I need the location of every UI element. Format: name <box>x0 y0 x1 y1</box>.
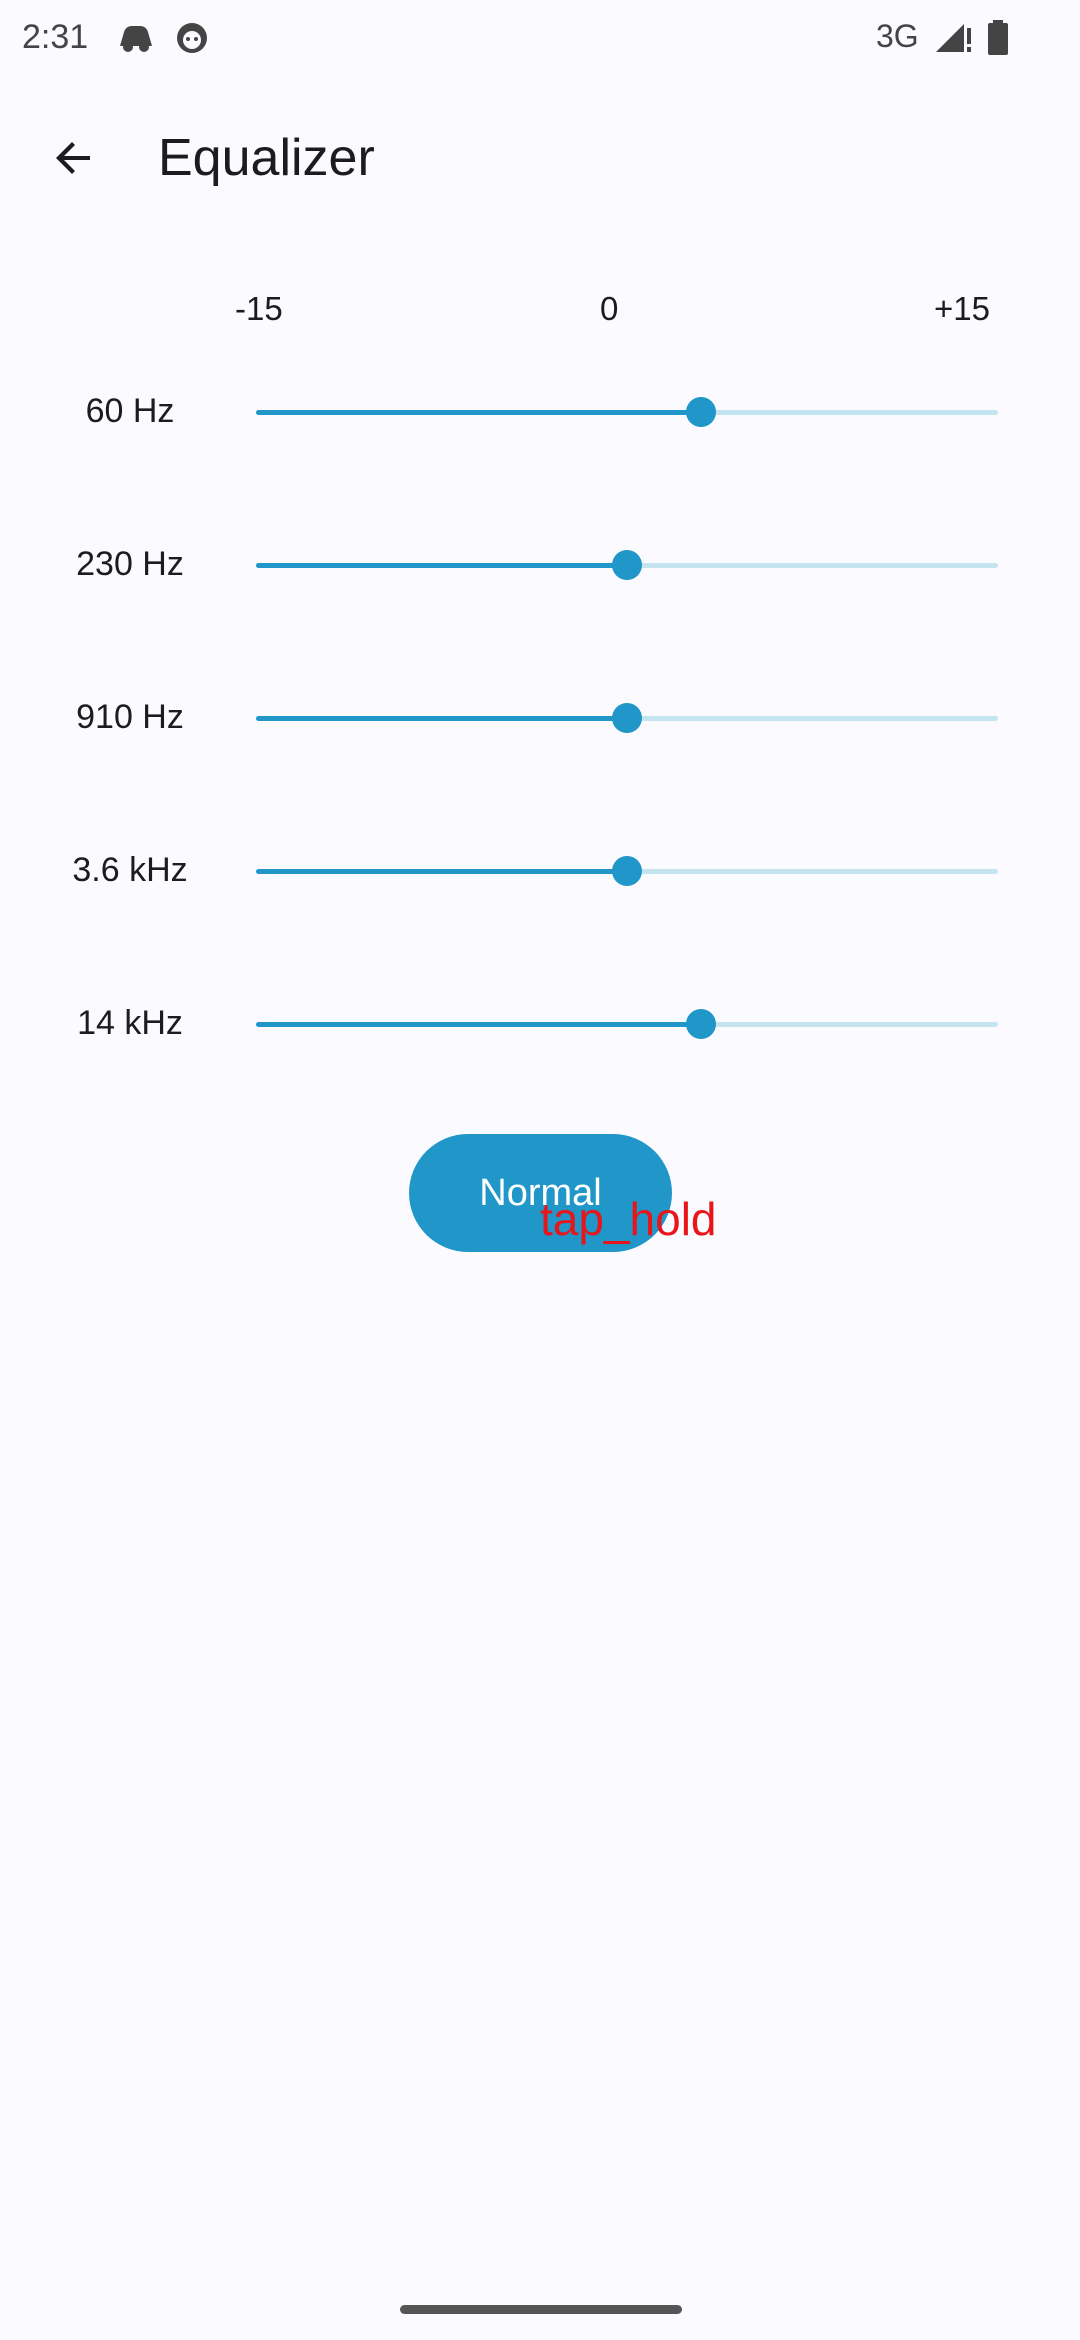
signal-icon <box>934 20 974 56</box>
band-row: 14 kHz <box>0 974 1080 1074</box>
slider-thumb[interactable] <box>686 1009 717 1039</box>
band-slider[interactable] <box>256 821 998 921</box>
battery-icon <box>986 20 1026 56</box>
page-title: Equalizer <box>158 129 375 187</box>
slider-track-active <box>256 869 627 874</box>
android-bot-icon <box>174 20 214 56</box>
band-label: 3.6 kHz <box>72 851 188 889</box>
band-row: 3.6 kHz <box>0 821 1080 921</box>
arrow-back-icon <box>50 134 98 187</box>
network-type-label: 3G <box>876 18 919 54</box>
slider-thumb[interactable] <box>686 397 717 427</box>
gesture-nav-bar[interactable] <box>400 2305 682 2314</box>
scale-mid-label: 0 <box>600 290 619 327</box>
band-row: 60 Hz <box>0 362 1080 462</box>
slider-track-active <box>256 716 627 721</box>
status-time: 2:31 <box>22 18 89 56</box>
slider-track-active <box>256 410 702 415</box>
band-label: 910 Hz <box>76 698 184 736</box>
slider-track-active <box>256 1022 702 1027</box>
incognito-car-icon <box>116 20 156 56</box>
band-slider[interactable] <box>256 362 998 462</box>
band-row: 910 Hz <box>0 668 1080 768</box>
band-slider[interactable] <box>256 515 998 615</box>
preset-button[interactable]: Normal <box>409 1134 672 1252</box>
band-row: 230 Hz <box>0 515 1080 615</box>
preset-button-label: Normal <box>479 1171 602 1214</box>
status-bar: 2:31 3G <box>0 0 1080 76</box>
slider-track-active <box>256 563 627 568</box>
band-slider[interactable] <box>256 974 998 1074</box>
back-button[interactable] <box>30 116 118 204</box>
top-app-bar: Equalizer <box>0 100 1080 220</box>
slider-thumb[interactable] <box>612 703 642 733</box>
band-label: 230 Hz <box>76 545 184 583</box>
band-slider[interactable] <box>256 668 998 768</box>
band-label: 60 Hz <box>85 392 175 430</box>
scale-min-label: -15 <box>235 290 283 327</box>
slider-thumb[interactable] <box>612 550 642 580</box>
band-label: 14 kHz <box>77 1004 183 1042</box>
slider-thumb[interactable] <box>612 856 642 886</box>
scale-max-label: +15 <box>934 290 990 327</box>
